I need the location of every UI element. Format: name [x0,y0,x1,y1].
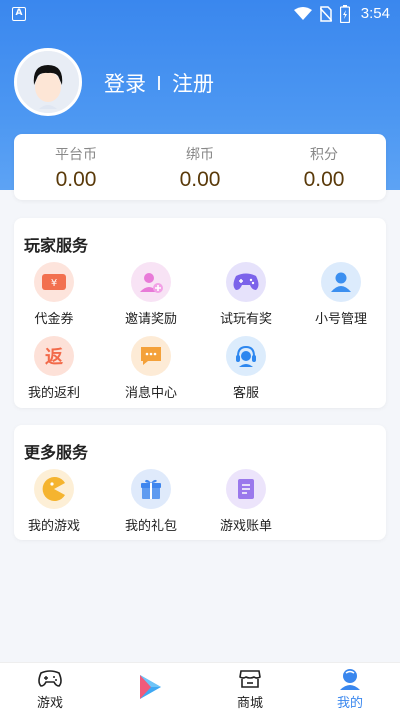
play-logo-icon [136,673,164,701]
tab-games[interactable]: 游戏 [10,663,90,711]
divider [158,76,160,90]
wallet-points[interactable]: 积分 0.00 [262,134,386,200]
service-invite[interactable]: 邀请奖励 [111,262,191,327]
shop-icon [237,667,263,691]
register-link[interactable]: 注册 [172,68,214,98]
no-sim-icon [320,6,332,22]
player-services-card: 玩家服务 ¥ 代金券 邀请奖励 试玩有奖 小号管理 返 我的返利 消息中心 客服 [14,218,386,408]
service-label: 邀请奖励 [124,312,177,327]
invite-user-icon [131,262,171,302]
my-games-icon [34,469,74,509]
gamepad-icon [37,667,63,691]
sub-account-icon [321,262,361,302]
profile-icon [337,667,363,691]
auth-links: 登录 注册 [104,68,214,98]
service-message-center[interactable]: 消息中心 [111,336,191,401]
service-label: 游戏账单 [219,519,272,534]
service-label: 客服 [232,386,259,401]
bottom-tab-bar: 游戏 商城 我的 [0,662,400,711]
service-label: 我的返利 [27,386,80,401]
status-bar: A 3:54 [0,0,400,28]
tab-play[interactable] [110,663,190,711]
service-customer-service[interactable]: 客服 [206,336,286,401]
service-label: 代金券 [34,312,74,327]
tab-profile[interactable]: 我的 [310,663,390,711]
service-voucher[interactable]: ¥ 代金券 [14,262,94,327]
service-trial-reward[interactable]: 试玩有奖 [206,262,286,327]
wallet-value: 0.00 [55,168,97,191]
wallet-label: 积分 [310,147,338,163]
wallet-value: 0.00 [179,168,221,191]
section-title: 玩家服务 [24,236,89,255]
voucher-icon: ¥ [34,262,74,302]
tab-label: 商城 [236,696,263,711]
service-game-bill[interactable]: 游戏账单 [206,469,286,534]
service-my-gifts[interactable]: 我的礼包 [111,469,191,534]
tab-label: 游戏 [36,696,63,711]
service-rebate[interactable]: 返 我的返利 [14,336,94,401]
tab-shop[interactable]: 商城 [210,663,290,711]
service-label: 小号管理 [314,312,367,327]
battery-charging-icon [340,5,350,23]
bill-icon [226,469,266,509]
login-link[interactable]: 登录 [104,68,146,98]
wallet-label: 平台币 [55,147,97,163]
avatar[interactable] [14,48,82,116]
service-label: 消息中心 [124,386,177,401]
service-label: 试玩有奖 [219,312,272,327]
section-title: 更多服务 [24,443,89,462]
customer-service-icon [226,336,266,376]
default-avatar-icon [17,51,79,113]
wallet-platform-coin[interactable]: 平台币 0.00 [14,134,138,200]
more-services-card: 更多服务 我的游戏 我的礼包 游戏账单 [14,425,386,540]
wallet-bound-coin[interactable]: 绑币 0.00 [138,134,262,200]
service-label: 我的游戏 [27,519,80,534]
voucher-glyph: ¥ [51,278,57,289]
clock-time: 3:54 [360,5,390,22]
wifi-icon [294,7,312,20]
rebate-icon: 返 [34,336,74,376]
gamepad-icon [226,262,266,302]
service-my-games[interactable]: 我的游戏 [14,469,94,534]
wallet-value: 0.00 [303,168,345,191]
gift-icon [131,469,171,509]
service-sub-account[interactable]: 小号管理 [301,262,381,327]
tab-label: 我的 [336,696,363,711]
wallet-card: 平台币 0.00 绑币 0.00 积分 0.00 [14,134,386,200]
app-notification-icon: A [12,7,26,21]
rebate-glyph: 返 [45,347,63,368]
service-label: 我的礼包 [124,519,177,534]
wallet-label: 绑币 [186,147,214,163]
message-icon [131,336,171,376]
